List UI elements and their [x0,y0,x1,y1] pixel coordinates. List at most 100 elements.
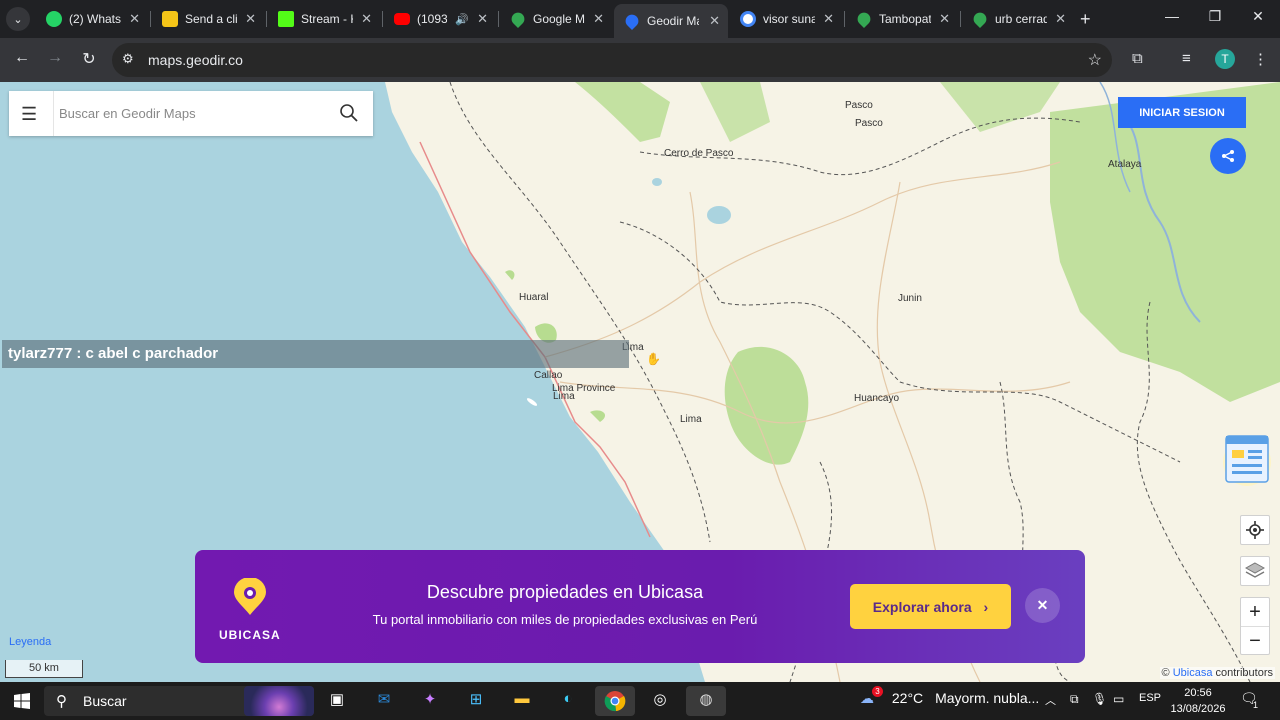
profile-avatar[interactable]: T [1215,49,1235,69]
bookmark-star-icon[interactable]: ☆ [1088,50,1102,70]
locate-me-button[interactable] [1240,515,1270,545]
edge-browser-icon[interactable]: ◐ [556,690,580,712]
layers-button[interactable] [1240,556,1270,586]
attribution-link[interactable]: Ubicasa [1173,667,1213,679]
forward-button[interactable]: → [43,49,67,67]
tab-google-maps[interactable]: Google Maps ✕ [500,5,612,33]
close-tab-icon[interactable]: ✕ [361,11,372,27]
close-tab-icon[interactable]: ✕ [593,11,604,27]
search-highlight-image [244,686,314,716]
tab-divider [844,11,845,27]
search-input[interactable] [59,101,329,125]
zoom-out-button[interactable]: − [1241,627,1269,655]
close-tab-icon[interactable]: ✕ [129,11,140,27]
tab-kick-stream[interactable]: Stream - Kick ✕ [268,5,380,33]
taskbar-search-box[interactable]: ⚲ Buscar [44,686,314,716]
stream-chat-overlay: tylarz777 : c abel c parchador [2,340,629,368]
tab-geodir-maps[interactable]: Geodir Maps ✕ [614,4,728,38]
tray-app-icon[interactable]: ⧉ [1070,692,1079,707]
close-tab-icon[interactable]: ✕ [709,13,720,29]
map-label-callao: Callao [534,370,563,381]
restore-button[interactable]: ❐ [1195,8,1235,25]
ubicasa-logo-pin-icon [234,578,266,615]
task-view-icon[interactable]: ▣ [325,690,349,712]
zoom-in-button[interactable]: + [1241,598,1269,626]
ubicasa-promo-banner: UBICASA Descubre propiedades en Ubicasa … [195,550,1085,663]
banner-subtitle: Tu portal inmobiliario con miles de prop… [372,612,758,627]
language-indicator[interactable]: ESP [1139,692,1161,704]
explore-now-label: Explorar ahora [872,598,972,615]
youtube-icon [394,13,410,25]
minimize-button[interactable]: — [1152,8,1192,24]
login-button[interactable]: INICIAR SESION [1118,97,1246,128]
file-explorer-icon[interactable]: ▬ [510,690,534,712]
search-icon: ⚲ [56,693,67,710]
search-panel: ☰ [9,91,373,136]
close-tab-icon[interactable]: ✕ [245,11,256,27]
chrome-logo-icon [604,691,626,712]
share-button[interactable] [1210,138,1246,174]
tab-divider [960,11,961,27]
microsoft-store-icon[interactable]: ⊞ [464,690,488,712]
map-label-pasco-region: Pasco [845,100,873,111]
address-bar[interactable]: ⚙ maps.geodir.co ☆ [112,43,1112,77]
extensions-icon[interactable]: ⧉ [1132,50,1143,67]
kick-icon [278,11,294,27]
tab-divider [382,11,383,27]
notification-count-badge: 1 [1253,700,1259,710]
tab-send-clip[interactable]: Send a clip ✕ [152,5,264,33]
maps-pin-icon [854,9,874,29]
close-banner-button[interactable]: ✕ [1025,588,1060,623]
clock-date: 13/08/2026 [1170,703,1226,715]
speaker-icon[interactable]: 🔊 [455,13,469,26]
tab-search-button[interactable]: ⌄ [6,7,30,31]
app-globe-icon[interactable]: ◍ [694,690,718,712]
tab-visor-sunarp[interactable]: visor sunarp ✕ [730,5,842,33]
chrome-icon[interactable] [603,690,627,712]
copilot-icon[interactable]: ✦ [418,690,442,712]
hamburger-menu-icon[interactable]: ☰ [21,104,37,125]
windows-taskbar: ⚲ Buscar ▣ ✉ ✦ ⊞ ▬ ◐ ◎ ◍ ☁ 3 22°C Mayorm… [0,682,1280,720]
map-canvas[interactable]: Pasco Pasco Cerro de Pasco Atalaya Huara… [0,82,1280,682]
tab-urb-cerrada[interactable]: urb cerrada ✕ [962,5,1074,33]
map-label-huaral: Huaral [519,292,549,303]
explore-now-button[interactable]: Explorar ahora › [850,584,1011,629]
weather-widget[interactable]: ☁ 3 22°C Mayorm. nubla... [860,686,1040,707]
hand-cursor-icon: ✋ [646,352,661,366]
obs-studio-icon[interactable]: ◎ [648,690,672,712]
legend-link[interactable]: Leyenda [9,636,51,648]
close-tab-icon[interactable]: ✕ [1055,11,1066,27]
ubicasa-brand: UBICASA [219,628,281,642]
system-clock[interactable]: 20:56 13/08/2026 [1168,685,1228,717]
tray-overflow-icon[interactable]: ︿ [1045,692,1056,708]
tab-whatsapp[interactable]: (2) WhatsApp ✕ [36,5,148,33]
close-tab-icon[interactable]: ✕ [477,11,488,27]
scale-bar: 50 km [5,660,83,678]
back-button[interactable]: ← [10,49,34,67]
new-tab-button[interactable]: + [1080,9,1091,30]
windows-start-icon[interactable] [14,693,30,709]
close-tab-icon[interactable]: ✕ [823,11,834,27]
search-icon[interactable] [339,103,359,123]
listing-promo-icon[interactable] [1222,434,1272,486]
tab-tambopata[interactable]: Tambopata ✕ [846,5,958,33]
close-tab-icon[interactable]: ✕ [939,11,950,27]
clock-time: 20:56 [1184,687,1212,699]
site-settings-icon[interactable]: ⚙ [122,51,134,67]
weather-description: Mayorm. nubla... [935,690,1040,706]
microphone-icon[interactable]: 🎙 [1092,692,1107,706]
crosshair-icon [1246,521,1264,539]
weather-temperature: 22°C [891,690,924,706]
more-menu-icon[interactable]: ⋮ [1253,50,1268,68]
tab-divider [498,11,499,27]
reload-button[interactable]: ↻ [77,49,101,69]
network-icon[interactable]: ▭ [1113,692,1124,706]
media-controls-icon[interactable]: ≡ [1182,50,1191,67]
url-text[interactable]: maps.geodir.co [148,52,243,68]
close-window-button[interactable]: ✕ [1238,8,1278,25]
tab-divider [150,11,151,27]
taskbar-search-label: Buscar [83,693,127,709]
tab-youtube[interactable]: (1093) YouTube 🔊 ✕ [384,5,496,33]
chevron-right-icon: › [983,598,989,615]
outlook-icon[interactable]: ✉ [372,690,396,712]
